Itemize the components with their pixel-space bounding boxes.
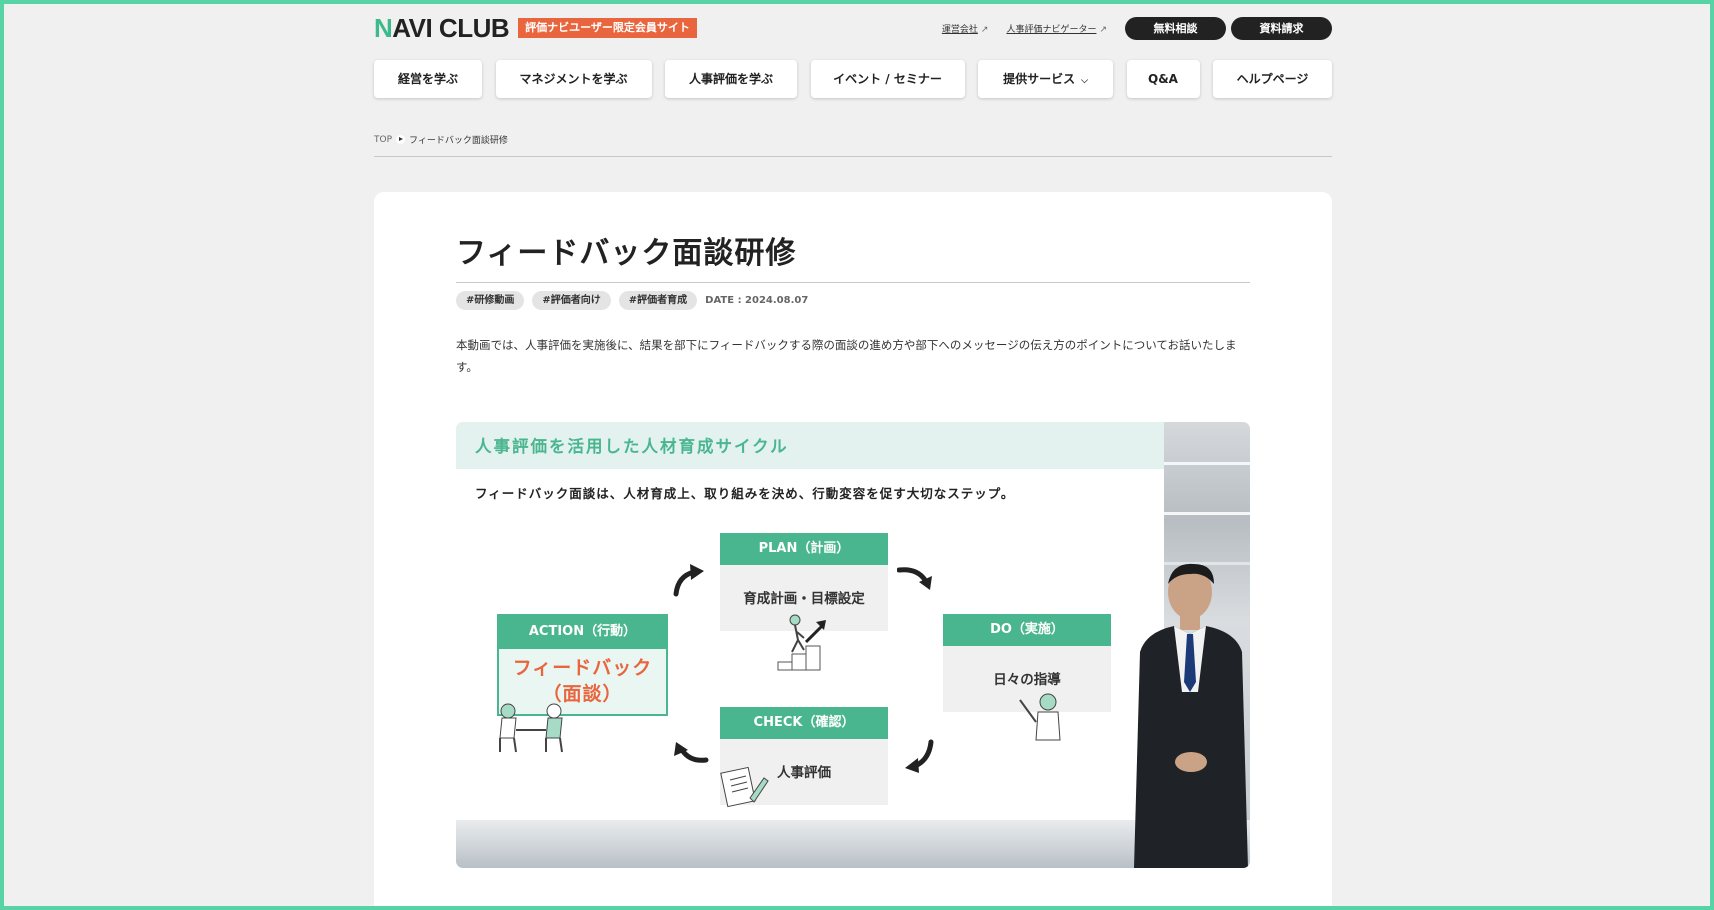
tag-evaluator-development[interactable]: #評価者育成 [618,291,698,310]
navi-club-logo[interactable]: NAVI CLUB [374,15,510,41]
member-site-badge: 評価ナビユーザー限定会員サイト [518,18,697,38]
navigator-link[interactable]: 人事評価ナビゲーター ↗ [1006,22,1107,35]
title-divider [456,282,1250,283]
header-actions: 運営会社 ↗ 人事評価ナビゲーター ↗ 無料相談 資料請求 [942,16,1332,40]
article-description: 本動画では、人事評価を実施後に、結果を部下にフィードバックする際の面談の進め方や… [456,338,1237,374]
cycle-step-action: ACTION（行動） フィードバック （面談） [497,614,668,716]
slide-subtitle: フィードバック面談は、人材育成上、取り組みを決め、行動変容を促す大切なステップ。 [475,486,1015,501]
chevron-down-icon: ⌵ [1081,76,1088,86]
site-header: NAVI CLUB 評価ナビユーザー限定会員サイト 運営会社 ↗ 人事評価ナビゲー… [374,14,1332,42]
cycle-arrow-icon [673,564,704,597]
nav-item-management[interactable]: 経営を学ぶ [374,60,482,98]
article-card: フィードバック面談研修 #研修動画 #評価者向け #評価者育成 DATE : 2… [374,192,1332,910]
tag-for-evaluators[interactable]: #評価者向け [532,291,611,310]
cycle-arrow-icon [674,742,709,763]
nav-item-qa[interactable]: Q&A [1126,60,1200,98]
main-nav: 経営を学ぶ マネジメントを学ぶ 人事評価を学ぶ イベント / セミナー 提供サー… [374,60,1332,98]
request-materials-button[interactable]: 資料請求 [1231,16,1332,40]
breadcrumb: TOP フィードバック面談研修 [374,133,1332,147]
slide-header: 人事評価を活用した人材育成サイクル [456,422,1164,469]
breadcrumb-top[interactable]: TOP [374,135,392,145]
check-header: CHECK（確認） [720,707,888,739]
breadcrumb-divider [374,156,1332,157]
breadcrumb-separator-icon [396,135,406,144]
slide-title: 人事評価を活用した人材育成サイクル [475,437,789,456]
free-consultation-button[interactable]: 無料相談 [1125,16,1226,40]
action-body-line1: フィードバック [512,657,653,679]
company-link[interactable]: 運営会社 ↗ [942,22,989,35]
plan-header: PLAN（計画） [720,533,888,565]
tag-training-video[interactable]: #研修動画 [456,291,525,310]
external-link-icon: ↗ [1099,24,1107,35]
tag-list: #研修動画 #評価者向け #評価者育成 DATE : 2024.08.07 [456,291,1250,310]
document-pen-icon [720,766,769,808]
action-header: ACTION（行動） [499,616,666,647]
video-player[interactable]: 人事評価を活用した人材育成サイクル フィードバック面談は、人材育成上、取り組みを… [456,422,1250,868]
nav-item-events[interactable]: イベント / セミナー [810,60,965,98]
teacher-icon [1019,693,1061,741]
cycle-arrow-icon [905,739,934,773]
page-title: フィードバック面談研修 [456,236,797,271]
meeting-people-icon [499,703,563,753]
external-link-icon: ↗ [980,24,989,35]
nav-item-management-learn[interactable]: マネジメントを学ぶ [495,60,652,98]
do-header: DO（実施） [943,614,1111,646]
nav-item-evaluation[interactable]: 人事評価を学ぶ [665,60,797,98]
nav-item-services[interactable]: 提供サービス ⌵ [978,60,1113,98]
studio-floor [456,820,1250,868]
climbing-stairs-icon [777,614,826,671]
breadcrumb-current: フィードバック面談研修 [409,136,508,146]
presenter-figure [1134,563,1248,868]
publish-date: DATE : 2024.08.07 [705,295,809,306]
nav-item-help[interactable]: ヘルプページ [1213,60,1332,98]
cycle-arrow-icon [897,567,932,590]
